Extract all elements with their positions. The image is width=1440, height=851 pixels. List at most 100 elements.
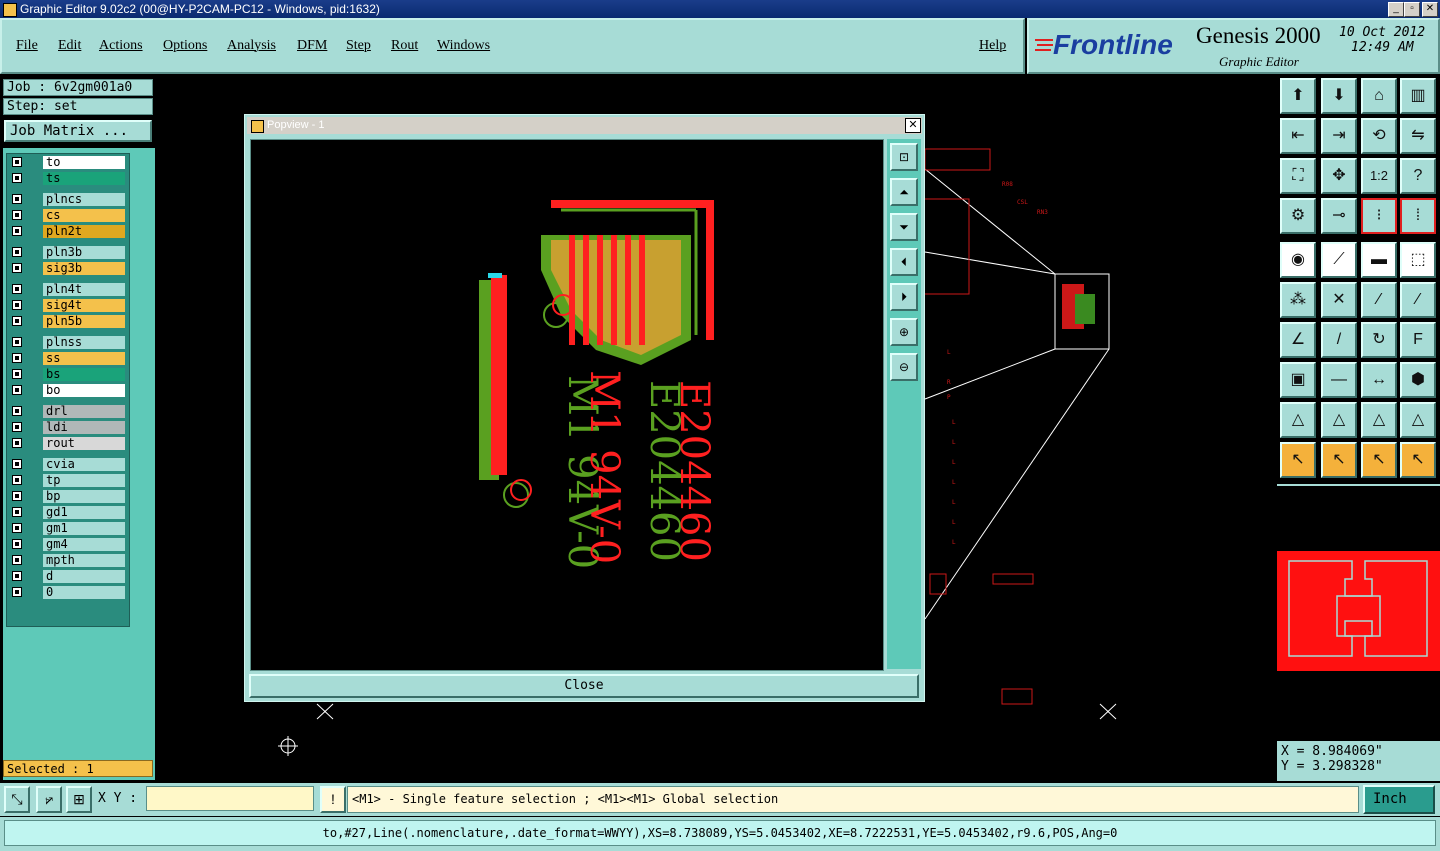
layer-name[interactable]: ss — [43, 352, 125, 365]
pan-down-icon[interactable]: ⏷ — [890, 213, 918, 241]
pan-up-icon[interactable]: ⏶ — [890, 178, 918, 206]
job-matrix-button[interactable]: Job Matrix ... — [4, 120, 152, 142]
measure-ruler-icon[interactable]: ▬ — [1361, 242, 1397, 278]
pan-left-icon[interactable]: ⏴ — [890, 248, 918, 276]
layer-checkbox[interactable] — [12, 210, 22, 220]
layer-checkbox[interactable] — [12, 438, 22, 448]
arc-icon[interactable]: ↻ — [1361, 322, 1397, 358]
layer-row-to[interactable]: to — [10, 156, 128, 170]
pointer-icon[interactable]: ↖ — [1280, 442, 1316, 478]
angle-snap-icon[interactable]: ⦬ — [36, 786, 62, 813]
layer-checkbox[interactable] — [12, 316, 22, 326]
menu-rout[interactable]: Rout — [391, 38, 418, 54]
layer-name[interactable]: pln2t — [43, 225, 125, 238]
layer-checkbox[interactable] — [12, 353, 22, 363]
layer-checkbox[interactable] — [12, 555, 22, 565]
pad-edit-icon[interactable]: ▣ — [1280, 362, 1316, 398]
close-window-icon[interactable]: ✕ — [1422, 2, 1438, 17]
menu-file[interactable]: File — [16, 38, 38, 54]
diagonal-icon[interactable]: / — [1321, 322, 1357, 358]
layer-checkbox[interactable] — [12, 194, 22, 204]
layer-checkbox[interactable] — [12, 263, 22, 273]
triangle-2-icon[interactable]: △ — [1321, 402, 1357, 438]
layer-name[interactable]: ts — [43, 172, 125, 185]
layer-name[interactable]: plncs — [43, 193, 125, 206]
layer-name[interactable]: sig3b — [43, 262, 125, 275]
layer-row-drl[interactable]: drl — [10, 405, 128, 419]
grid-icon[interactable]: ⊞ — [66, 786, 92, 813]
zoom-home-icon[interactable]: ✥ — [1321, 158, 1357, 194]
menu-options[interactable]: Options — [163, 38, 207, 54]
layer-name[interactable]: tp — [43, 474, 125, 487]
layer-row-tp[interactable]: tp — [10, 474, 128, 488]
layer-row-cs[interactable]: cs — [10, 209, 128, 223]
add-line-icon[interactable]: ⟋ — [1321, 242, 1357, 278]
zoom-in-icon[interactable]: ⊕ — [890, 318, 918, 346]
layer-checkbox[interactable] — [12, 422, 22, 432]
layer-name[interactable]: cs — [43, 209, 125, 222]
layer-row-gm4[interactable]: gm4 — [10, 538, 128, 552]
xy-input[interactable] — [146, 786, 314, 811]
layer-checkbox[interactable] — [12, 173, 22, 183]
minimize-icon[interactable]: _ — [1388, 2, 1404, 17]
layer-name[interactable]: gm1 — [43, 522, 125, 535]
pointer-select-icon[interactable]: ↖ — [1361, 442, 1397, 478]
layer-row-bs[interactable]: bs — [10, 368, 128, 382]
dimension-icon[interactable]: ↔ — [1361, 362, 1397, 398]
net-highlight-icon[interactable]: ⁞ — [1400, 198, 1436, 234]
popview-canvas[interactable]: E204460 E204460 M1 94V-0 M1 94V-0 — [250, 139, 884, 671]
mirror-icon[interactable]: ⇋ — [1400, 118, 1436, 154]
layer-row-sig3b[interactable]: sig3b — [10, 262, 128, 276]
triangle-3-icon[interactable]: △ — [1361, 402, 1397, 438]
triangle-1-icon[interactable]: △ — [1280, 402, 1316, 438]
draw-segment-icon[interactable]: ⁄ — [1361, 282, 1397, 318]
layer-name[interactable]: ldi — [43, 421, 125, 434]
layer-name[interactable]: d — [43, 570, 125, 583]
layer-row-pln5b[interactable]: pln5b — [10, 315, 128, 329]
layer-name[interactable]: bs — [43, 368, 125, 381]
layer-name[interactable]: drl — [43, 405, 125, 418]
zoom-extents-icon[interactable]: ⛶ — [1280, 158, 1316, 194]
layer-checkbox[interactable] — [12, 523, 22, 533]
menu-edit[interactable]: Edit — [58, 38, 81, 54]
menu-help[interactable]: Help — [979, 38, 1006, 54]
import-icon[interactable]: ⬇ — [1321, 78, 1357, 114]
layer-checkbox[interactable] — [12, 300, 22, 310]
shape-icon[interactable]: ⬢ — [1400, 362, 1436, 398]
layer-checkbox[interactable] — [12, 571, 22, 581]
menu-dfm[interactable]: DFM — [297, 38, 327, 54]
layer-name[interactable]: plnss — [43, 336, 125, 349]
layer-checkbox[interactable] — [12, 406, 22, 416]
layer-row-gm1[interactable]: gm1 — [10, 522, 128, 536]
layer-name[interactable]: gm4 — [43, 538, 125, 551]
layer-name[interactable]: cvia — [43, 458, 125, 471]
add-pad-icon[interactable]: ◉ — [1280, 242, 1316, 278]
zoom-out-icon[interactable]: ⊖ — [890, 353, 918, 381]
menu-actions[interactable]: Actions — [99, 38, 143, 54]
layer-name[interactable]: rout — [43, 437, 125, 450]
layer-row-pln4t[interactable]: pln4t — [10, 283, 128, 297]
layer-row-0[interactable]: 0 — [10, 586, 128, 600]
layer-checkbox[interactable] — [12, 587, 22, 597]
settings-icon[interactable]: ⚙ — [1280, 198, 1316, 234]
layer-checkbox[interactable] — [12, 226, 22, 236]
move-left-icon[interactable]: ⇤ — [1280, 118, 1316, 154]
layer-name[interactable]: 0 — [43, 586, 125, 599]
text-edit-icon[interactable]: F — [1400, 322, 1436, 358]
move-right-icon[interactable]: ⇥ — [1321, 118, 1357, 154]
layer-checkbox[interactable] — [12, 475, 22, 485]
triangle-4-icon[interactable]: △ — [1400, 402, 1436, 438]
snap-icon[interactable]: ⤡ — [4, 786, 30, 813]
rotate-icon[interactable]: ⟲ — [1361, 118, 1397, 154]
probe-icon[interactable]: ⊸ — [1321, 198, 1357, 234]
connect-nodes-icon[interactable]: ⁂ — [1280, 282, 1316, 318]
layer-name[interactable]: pln4t — [43, 283, 125, 296]
layer-row-pln3b[interactable]: pln3b — [10, 246, 128, 260]
draw-arc-icon[interactable]: ⁄ — [1400, 282, 1436, 318]
scale-icon[interactable]: 1:2 — [1361, 158, 1397, 194]
menu-windows[interactable]: Windows — [437, 38, 490, 54]
layer-row-cvia[interactable]: cvia — [10, 458, 128, 472]
layer-checkbox[interactable] — [12, 385, 22, 395]
layer-row-pln2t[interactable]: pln2t — [10, 225, 128, 239]
layer-row-mpth[interactable]: mpth — [10, 554, 128, 568]
